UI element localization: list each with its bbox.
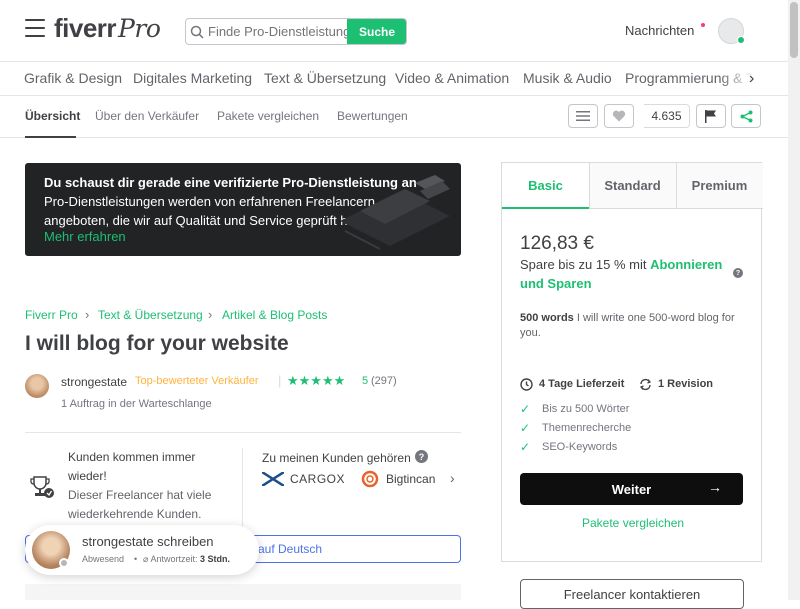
breadcrumb-articles-blog[interactable]: Artikel & Blog Posts xyxy=(222,308,327,322)
content-placeholder xyxy=(25,584,461,600)
active-tab-indicator xyxy=(25,136,76,138)
client-cargox: CARGOX xyxy=(290,472,346,486)
checkmark-icon: ✓ xyxy=(520,440,531,454)
package-name: 500 words xyxy=(520,312,574,324)
divider xyxy=(242,448,243,528)
order-queue: 1 Auftrag in der Warteschlange xyxy=(61,398,212,410)
tab-about-seller[interactable]: Über den Verkäufer xyxy=(95,109,199,123)
page-scrollbar[interactable] xyxy=(788,0,800,600)
user-avatar[interactable] xyxy=(718,18,745,44)
client-bigtincan: Bigtincan xyxy=(386,472,436,486)
category-music-audio[interactable]: Musik & Audio xyxy=(523,70,612,86)
help-icon[interactable]: ? xyxy=(415,450,428,463)
category-digital-marketing[interactable]: Digitales Marketing xyxy=(133,70,252,86)
response-time-label: Antwortzeit: xyxy=(150,554,198,564)
top-header: fiverrPro Suche Nachrichten xyxy=(0,0,788,62)
category-writing-translation[interactable]: Text & Übersetzung xyxy=(264,70,386,86)
tab-reviews[interactable]: Bewertungen xyxy=(337,109,408,123)
scrollbar-thumb[interactable] xyxy=(790,2,798,58)
share-icon xyxy=(740,110,752,122)
repeat-clients-description: Dieser Freelancer hat viele wiederkehren… xyxy=(68,488,212,521)
package-description: 500 words I will write one 500-word blog… xyxy=(520,311,745,341)
chevron-right-icon: › xyxy=(85,307,90,322)
search-icon xyxy=(186,19,208,44)
like-button[interactable] xyxy=(604,104,634,128)
learn-more-link[interactable]: Mehr erfahren xyxy=(44,229,126,244)
category-graphics-design[interactable]: Grafik & Design xyxy=(24,70,122,86)
bigtincan-logo-icon xyxy=(361,470,379,488)
tab-basic[interactable]: Basic xyxy=(502,163,589,209)
compare-packages-link[interactable]: Pakete vergleichen xyxy=(582,516,684,530)
arrow-right-icon: → xyxy=(708,479,722,495)
feature-item: SEO-Keywords xyxy=(542,441,618,453)
chat-status: Abwesend xyxy=(82,554,125,564)
breadcrumb-writing-translation[interactable]: Text & Übersetzung xyxy=(98,308,203,322)
chat-seller-label: strongestate schreiben xyxy=(82,534,214,549)
flag-icon xyxy=(705,109,716,123)
revision-icon xyxy=(639,378,652,391)
chevron-right-icon: › xyxy=(208,307,213,322)
seller-avatar[interactable] xyxy=(25,374,49,398)
clock-icon xyxy=(520,378,533,391)
checkmark-icon: ✓ xyxy=(520,402,531,416)
pro-banner: Du schaust dir gerade eine verifizierte … xyxy=(25,163,461,256)
trophy-icon xyxy=(30,476,54,498)
help-icon[interactable]: ? xyxy=(733,268,743,278)
share-button[interactable] xyxy=(731,104,761,128)
tab-overview[interactable]: Übersicht xyxy=(25,109,80,123)
contact-seller-popup[interactable]: strongestate schreiben Abwesend • ⌀ Antw… xyxy=(25,525,259,575)
clients-title: Zu meinen Kunden gehören xyxy=(262,451,411,465)
rating-count[interactable]: (297) xyxy=(371,375,397,387)
heart-icon xyxy=(612,110,626,122)
online-status-dot xyxy=(737,36,745,44)
feature-item: Bis zu 500 Wörter xyxy=(542,403,630,415)
collections-button[interactable] xyxy=(568,104,598,128)
package-price: 126,83 € xyxy=(520,233,594,254)
delivery-time: 4 Tage Lieferzeit xyxy=(539,378,625,390)
save-prefix: Spare bis zu 15 % mit xyxy=(520,257,647,272)
chevron-right-icon[interactable]: › xyxy=(450,470,455,486)
tab-compare-packages[interactable]: Pakete vergleichen xyxy=(217,109,319,123)
dot-separator: • xyxy=(134,554,138,564)
report-button[interactable] xyxy=(696,104,726,128)
search-bar: Suche xyxy=(185,18,407,45)
clock-icon: ⌀ xyxy=(143,554,149,564)
list-icon xyxy=(576,111,590,121)
chevron-right-icon[interactable]: › xyxy=(749,70,754,88)
tab-standard[interactable]: Standard xyxy=(589,163,676,209)
category-video-animation[interactable]: Video & Animation xyxy=(395,70,509,86)
seller-name[interactable]: strongestate xyxy=(61,375,127,389)
cargox-logo-icon xyxy=(262,472,284,486)
page-title: I will blog for your website xyxy=(25,332,289,355)
translate-label[interactable]: auf Deutsch xyxy=(258,542,322,556)
like-count: 4.635 xyxy=(644,104,690,128)
away-status-dot xyxy=(59,558,69,568)
notification-dot xyxy=(701,23,705,27)
checkmark-icon: ✓ xyxy=(520,421,531,435)
search-button[interactable]: Suche xyxy=(347,19,406,44)
contact-seller-button[interactable]: Freelancer kontaktieren xyxy=(520,579,744,609)
star-rating-icon: ★★★★★ xyxy=(287,373,346,388)
fiverr-pro-logo[interactable]: fiverrPro xyxy=(54,13,161,44)
repeat-clients-title: Kunden kommen immer wieder! xyxy=(68,450,196,483)
chat-response-time: ⌀ Antwortzeit: 3 Stdn. xyxy=(143,554,230,565)
feature-item: Themenrecherche xyxy=(542,422,632,434)
messages-link[interactable]: Nachrichten xyxy=(625,23,694,38)
rating-score: 5 xyxy=(362,375,369,387)
seller-level-badge: Top-bewerteter Verkäufer xyxy=(135,375,259,387)
tab-premium[interactable]: Premium xyxy=(676,163,763,209)
response-time-value: 3 Stdn. xyxy=(199,554,230,564)
revisions: 1 Revision xyxy=(658,378,714,390)
category-menu: Grafik & Design Digitales Marketing Text… xyxy=(0,62,788,96)
breadcrumb-fiverr-pro[interactable]: Fiverr Pro xyxy=(25,308,78,322)
menu-icon[interactable] xyxy=(25,19,45,37)
divider: | xyxy=(278,373,282,388)
subscribe-save-text: Spare bis zu 15 % mit Abonnieren und Spa… xyxy=(520,255,730,293)
search-input[interactable] xyxy=(208,19,348,44)
pro-illustration-icon xyxy=(340,175,450,250)
